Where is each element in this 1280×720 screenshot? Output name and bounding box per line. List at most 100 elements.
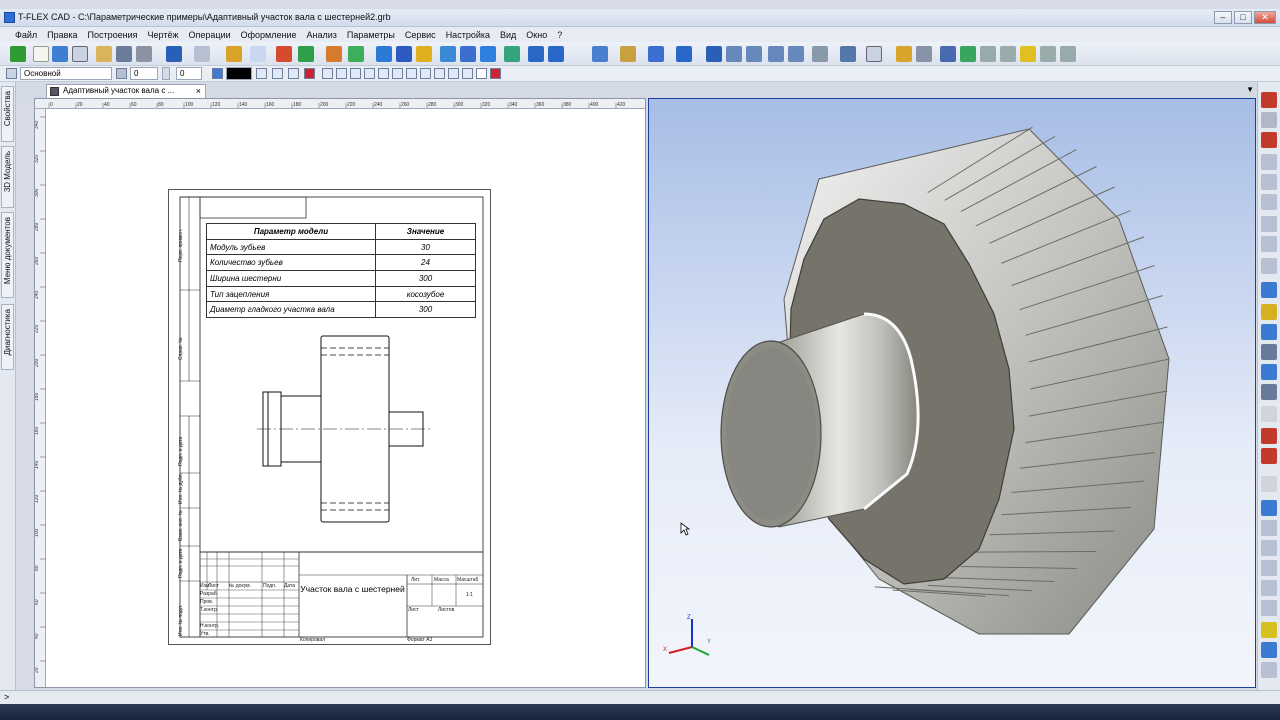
select-all-icon[interactable]: [322, 68, 333, 79]
fillet-icon[interactable]: [460, 46, 476, 62]
spline-icon[interactable]: [676, 46, 692, 62]
dimension-icon[interactable]: [866, 46, 882, 62]
menu-file[interactable]: Файл: [10, 30, 42, 40]
sheetmetal-icon[interactable]: [706, 46, 722, 62]
sweep-icon[interactable]: [504, 46, 520, 62]
hidden-lines-icon[interactable]: [1261, 476, 1277, 492]
fragment-icon[interactable]: [620, 46, 636, 62]
check-all-icon[interactable]: [1261, 448, 1277, 464]
view-iso-icon[interactable]: [1261, 500, 1277, 516]
menu-window[interactable]: Окно: [521, 30, 552, 40]
menu-parameters[interactable]: Параметры: [342, 30, 400, 40]
filter-icon[interactable]: [304, 68, 315, 79]
level-spin[interactable]: [162, 67, 170, 80]
select-lines-icon[interactable]: [336, 68, 347, 79]
close-button[interactable]: ✕: [1254, 11, 1276, 24]
shell-icon[interactable]: [528, 46, 544, 62]
minimize-button[interactable]: –: [1214, 11, 1232, 24]
text-icon[interactable]: [896, 46, 912, 62]
check-icon[interactable]: [1261, 428, 1277, 444]
menu-construct[interactable]: Построения: [83, 30, 143, 40]
link-icon[interactable]: [940, 46, 956, 62]
select-3d-icon[interactable]: [462, 68, 473, 79]
tabs-dropdown-icon[interactable]: ▼: [1246, 85, 1254, 94]
tab-diagnostics[interactable]: Диагностика: [1, 304, 14, 370]
zoom-window-icon[interactable]: [1000, 46, 1016, 62]
section-icon[interactable]: [840, 46, 856, 62]
variables-icon[interactable]: [960, 46, 976, 62]
select-img-icon[interactable]: [420, 68, 431, 79]
view-bottom-icon[interactable]: [1261, 600, 1277, 616]
select-nodes-icon[interactable]: [350, 68, 361, 79]
thread-icon[interactable]: [726, 46, 742, 62]
zoom-all-icon[interactable]: [1261, 258, 1277, 274]
table-icon[interactable]: [980, 46, 996, 62]
measure-icon[interactable]: [812, 46, 828, 62]
menu-edit[interactable]: Правка: [42, 30, 82, 40]
copy-icon[interactable]: [1040, 46, 1056, 62]
style-select[interactable]: Основной: [20, 67, 112, 80]
print-icon[interactable]: [136, 46, 152, 62]
surface-icon[interactable]: [648, 46, 664, 62]
cut-icon[interactable]: [96, 46, 112, 62]
pick-vertex-icon[interactable]: [1261, 344, 1277, 360]
zoom-extents-icon[interactable]: [1261, 174, 1277, 190]
zoom-in-icon[interactable]: [1261, 154, 1277, 170]
snap-icon[interactable]: [298, 46, 314, 62]
tab-3d-model[interactable]: 3D Модель: [1, 146, 14, 208]
document-tab[interactable]: Адаптивный участок вала с ... ×: [46, 84, 206, 98]
node-icon[interactable]: [276, 46, 292, 62]
select-tol-icon[interactable]: [434, 68, 445, 79]
new-document-icon[interactable]: [33, 46, 49, 62]
axis-icon[interactable]: [326, 46, 342, 62]
chamfer-icon[interactable]: [480, 46, 496, 62]
eraser-icon[interactable]: [476, 68, 487, 79]
pick-op-icon[interactable]: [1261, 384, 1277, 400]
menu-operations[interactable]: Операции: [184, 30, 236, 40]
select-hatch-icon[interactable]: [392, 68, 403, 79]
select-frag-icon[interactable]: [406, 68, 417, 79]
select-dim-icon[interactable]: [378, 68, 389, 79]
select-rough-icon[interactable]: [448, 68, 459, 79]
page-icon[interactable]: [250, 46, 266, 62]
pick-body-icon[interactable]: [1261, 364, 1277, 380]
wireframe-icon[interactable]: [1261, 642, 1277, 658]
hatch-icon[interactable]: [916, 46, 932, 62]
linetype-icon[interactable]: [256, 68, 267, 79]
zoom-prev-icon[interactable]: [1261, 236, 1277, 252]
stop-icon[interactable]: [490, 68, 501, 79]
array-icon[interactable]: [548, 46, 564, 62]
menu-service[interactable]: Сервис: [400, 30, 441, 40]
filter-select-icon[interactable]: [1261, 282, 1277, 298]
paste-icon[interactable]: [1060, 46, 1076, 62]
shaded-icon[interactable]: [1261, 622, 1277, 638]
pick-icon[interactable]: [288, 68, 299, 79]
color-swatch[interactable]: [226, 67, 252, 80]
open-icon[interactable]: [72, 46, 88, 62]
view-right-icon[interactable]: [1261, 580, 1277, 596]
menu-annotation[interactable]: Оформление: [236, 30, 302, 40]
zoom-out-icon[interactable]: [1261, 194, 1277, 210]
view-top-icon[interactable]: [1261, 540, 1277, 556]
extrude-icon[interactable]: [376, 46, 392, 62]
new-3d-icon[interactable]: [52, 46, 68, 62]
level-field[interactable]: 0: [176, 67, 202, 80]
pan-icon[interactable]: [1261, 112, 1277, 128]
maximize-button[interactable]: □: [1234, 11, 1252, 24]
lineweight-icon[interactable]: [272, 68, 283, 79]
zoom-window-view-icon[interactable]: [1261, 216, 1277, 232]
menu-help[interactable]: ?: [552, 30, 567, 40]
tab-properties[interactable]: Свойства: [1, 86, 14, 142]
rotate-icon[interactable]: [396, 46, 412, 62]
confirm-icon[interactable]: [10, 46, 26, 62]
pick-face-icon[interactable]: [1261, 304, 1277, 320]
undo-icon[interactable]: [166, 46, 182, 62]
save-icon[interactable]: [116, 46, 132, 62]
loft-icon[interactable]: [416, 46, 432, 62]
pencil-icon[interactable]: [226, 46, 242, 62]
render-icon[interactable]: [1020, 46, 1036, 62]
menu-settings[interactable]: Настройка: [441, 30, 495, 40]
spring-icon[interactable]: [746, 46, 762, 62]
layer-field[interactable]: 0: [130, 67, 158, 80]
view-left-icon[interactable]: [1261, 560, 1277, 576]
